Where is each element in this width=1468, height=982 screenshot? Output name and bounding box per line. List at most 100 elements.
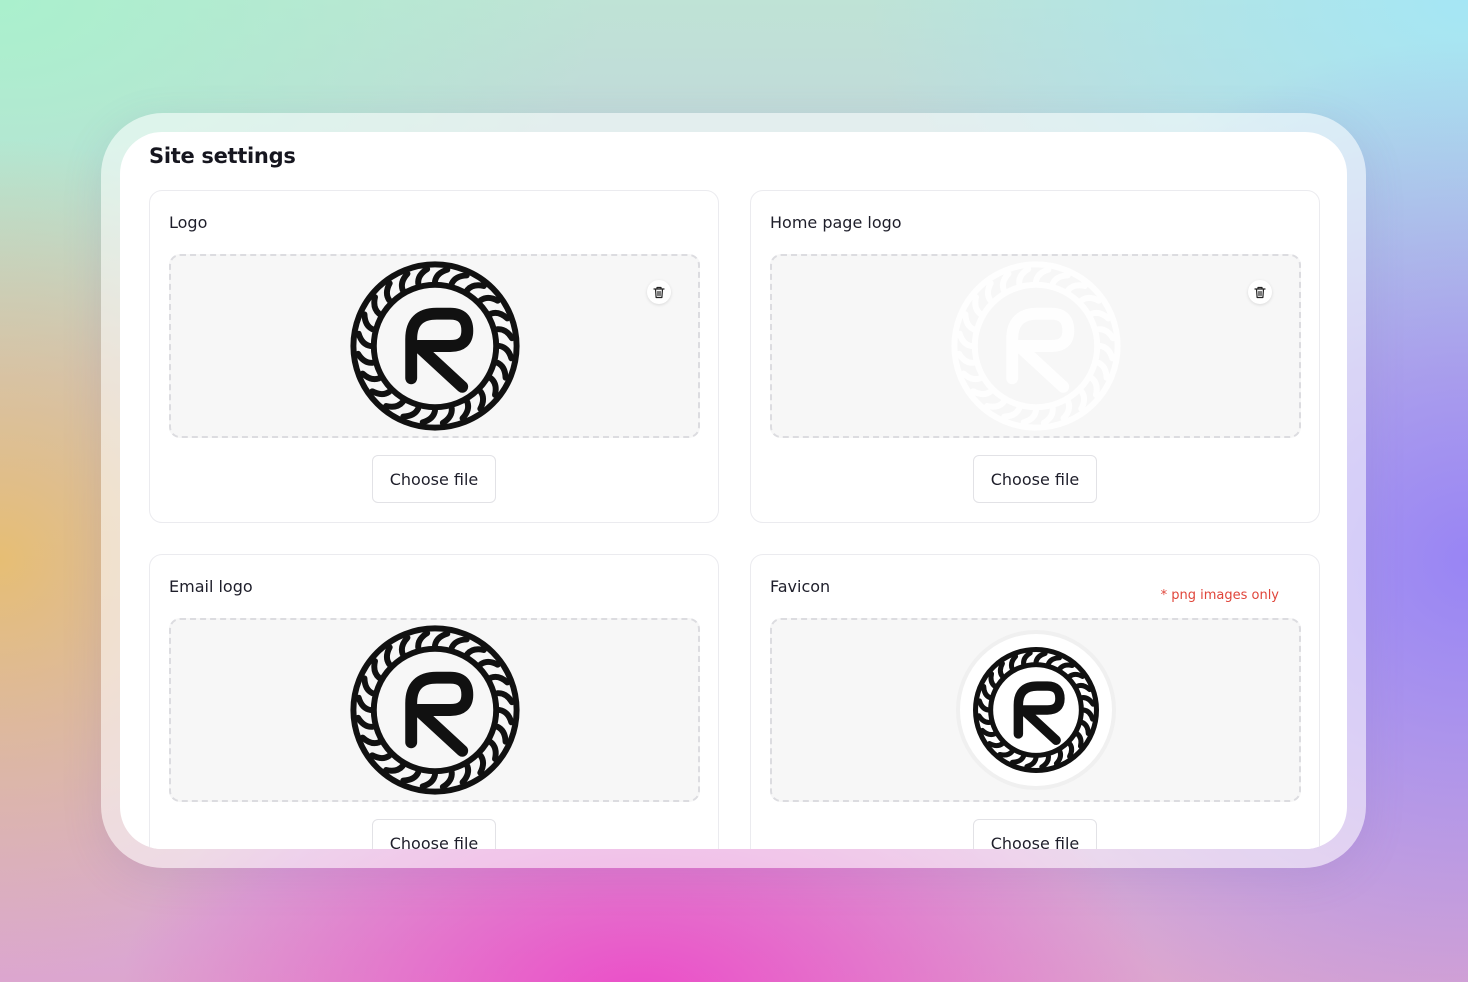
emblem-tick xyxy=(496,343,514,362)
emblem-tick xyxy=(439,405,455,426)
emblem-tick xyxy=(980,683,992,701)
emblem-tick xyxy=(399,769,421,784)
emblem-tick xyxy=(1079,719,1091,737)
emblem-tick xyxy=(1056,662,1075,672)
emblem-tick xyxy=(414,630,430,651)
emblem-tick xyxy=(354,714,376,730)
email-logo-dropzone[interactable] xyxy=(169,618,700,802)
logo-card: Logo Choose file xyxy=(149,190,719,523)
emblem-tick xyxy=(419,771,438,790)
emblem-tick xyxy=(955,350,977,366)
emblem-tick xyxy=(1094,326,1116,342)
emblem-tick xyxy=(459,398,471,422)
emblem-tick xyxy=(487,309,510,322)
emblem-tick xyxy=(463,282,487,294)
emblem-tick xyxy=(1066,741,1074,760)
emblem-tick xyxy=(1074,731,1084,749)
emblem-tick xyxy=(359,370,382,383)
emblem-tick xyxy=(355,330,373,349)
favicon-dropzone[interactable] xyxy=(770,618,1301,802)
emblem-tick xyxy=(398,634,410,658)
emblem-tick xyxy=(987,671,997,689)
emblem-tick xyxy=(355,694,373,713)
emblem-tick xyxy=(448,636,470,651)
emblem-tick xyxy=(496,707,514,726)
delete-logo-button[interactable] xyxy=(647,280,671,304)
emblem-tick xyxy=(961,311,977,333)
emblem-tick xyxy=(1009,753,1026,765)
emblem-tick xyxy=(1000,405,1022,420)
emblem-tick xyxy=(493,326,515,342)
emblem-tick xyxy=(431,630,450,649)
logo-dropzone[interactable] xyxy=(169,254,700,438)
emblem-tick xyxy=(1088,309,1111,322)
emblem-tick xyxy=(1097,343,1115,362)
email-logo-choose-file-button[interactable]: Choose file xyxy=(372,819,496,849)
emblem-tick xyxy=(1040,405,1056,426)
favicon-label: Favicon xyxy=(770,577,831,596)
emblem-tick xyxy=(354,350,376,366)
home-page-logo-dropzone[interactable] xyxy=(770,254,1301,438)
home-page-logo-card: Home page logo Choose file xyxy=(750,190,1320,523)
emblem-tick xyxy=(1074,682,1092,693)
page-title: Site settings xyxy=(149,144,296,168)
emblem-tick xyxy=(1020,650,1033,667)
logo-label: Logo xyxy=(169,213,208,232)
emblem-tick xyxy=(1053,748,1063,767)
logo-image xyxy=(349,261,520,431)
emblem-tick xyxy=(360,311,376,333)
emblem-tick xyxy=(414,266,430,287)
logo-choose-file-button[interactable]: Choose file xyxy=(372,455,496,503)
email-logo-label: Email logo xyxy=(169,577,253,596)
emblem-tick xyxy=(969,388,993,398)
emblem-tick xyxy=(1015,266,1031,287)
emblem-tick xyxy=(370,658,382,681)
emblem-tick xyxy=(1060,398,1072,422)
emblem-tick xyxy=(1049,272,1071,287)
email-logo-card: Email logo Choose file xyxy=(149,554,719,849)
trash-icon xyxy=(1254,286,1266,298)
png-only-note: * png images only xyxy=(1160,588,1279,603)
emblem-tick xyxy=(1064,282,1088,294)
emblem-tick xyxy=(477,658,501,668)
emblem-tick xyxy=(1032,650,1048,665)
emblem-tick xyxy=(368,752,392,762)
emblem-tick xyxy=(999,270,1011,294)
emblem-tick xyxy=(463,646,487,658)
emblem-tick xyxy=(476,752,486,776)
favicon-preview xyxy=(959,634,1112,786)
emblem-tick xyxy=(383,280,393,304)
trash-icon xyxy=(653,286,665,298)
settings-panel: Site settings Logo Choose file Home page… xyxy=(120,132,1347,849)
emblem-tick xyxy=(1080,707,1095,722)
delete-home-page-logo-button[interactable] xyxy=(1248,280,1272,304)
favicon-choose-file-button[interactable]: Choose file xyxy=(973,819,1097,849)
emblem-tick xyxy=(986,741,1005,749)
emblem-tick xyxy=(976,698,991,713)
emblem-tick xyxy=(398,270,410,294)
emblem-tick xyxy=(983,398,1007,410)
emblem-tick xyxy=(459,762,471,786)
email-logo-image xyxy=(349,625,520,795)
emblem-tick xyxy=(1023,755,1039,770)
emblem-tick xyxy=(956,330,974,349)
emblem-tick xyxy=(431,266,450,285)
favicon-image xyxy=(972,647,1099,773)
emblem-tick xyxy=(1077,388,1087,412)
emblem-tick xyxy=(493,723,509,745)
home-page-logo-image xyxy=(950,261,1121,431)
favicon-card: Favicon * png images only Choose file xyxy=(750,554,1320,849)
emblem-tick xyxy=(419,407,438,426)
emblem-tick xyxy=(1088,375,1100,398)
emblem-tick xyxy=(975,713,992,725)
emblem-tick xyxy=(382,398,406,410)
emblem-tick xyxy=(1094,359,1110,381)
emblem-tick xyxy=(1066,671,1085,679)
emblem-tick xyxy=(1038,753,1051,770)
home-page-logo-label: Home page logo xyxy=(770,213,902,232)
emblem-tick xyxy=(368,388,392,398)
home-page-logo-choose-file-button[interactable]: Choose file xyxy=(973,455,1097,503)
emblem-tick xyxy=(382,762,406,774)
emblem-tick xyxy=(996,748,1015,758)
emblem-tick xyxy=(1020,407,1039,426)
